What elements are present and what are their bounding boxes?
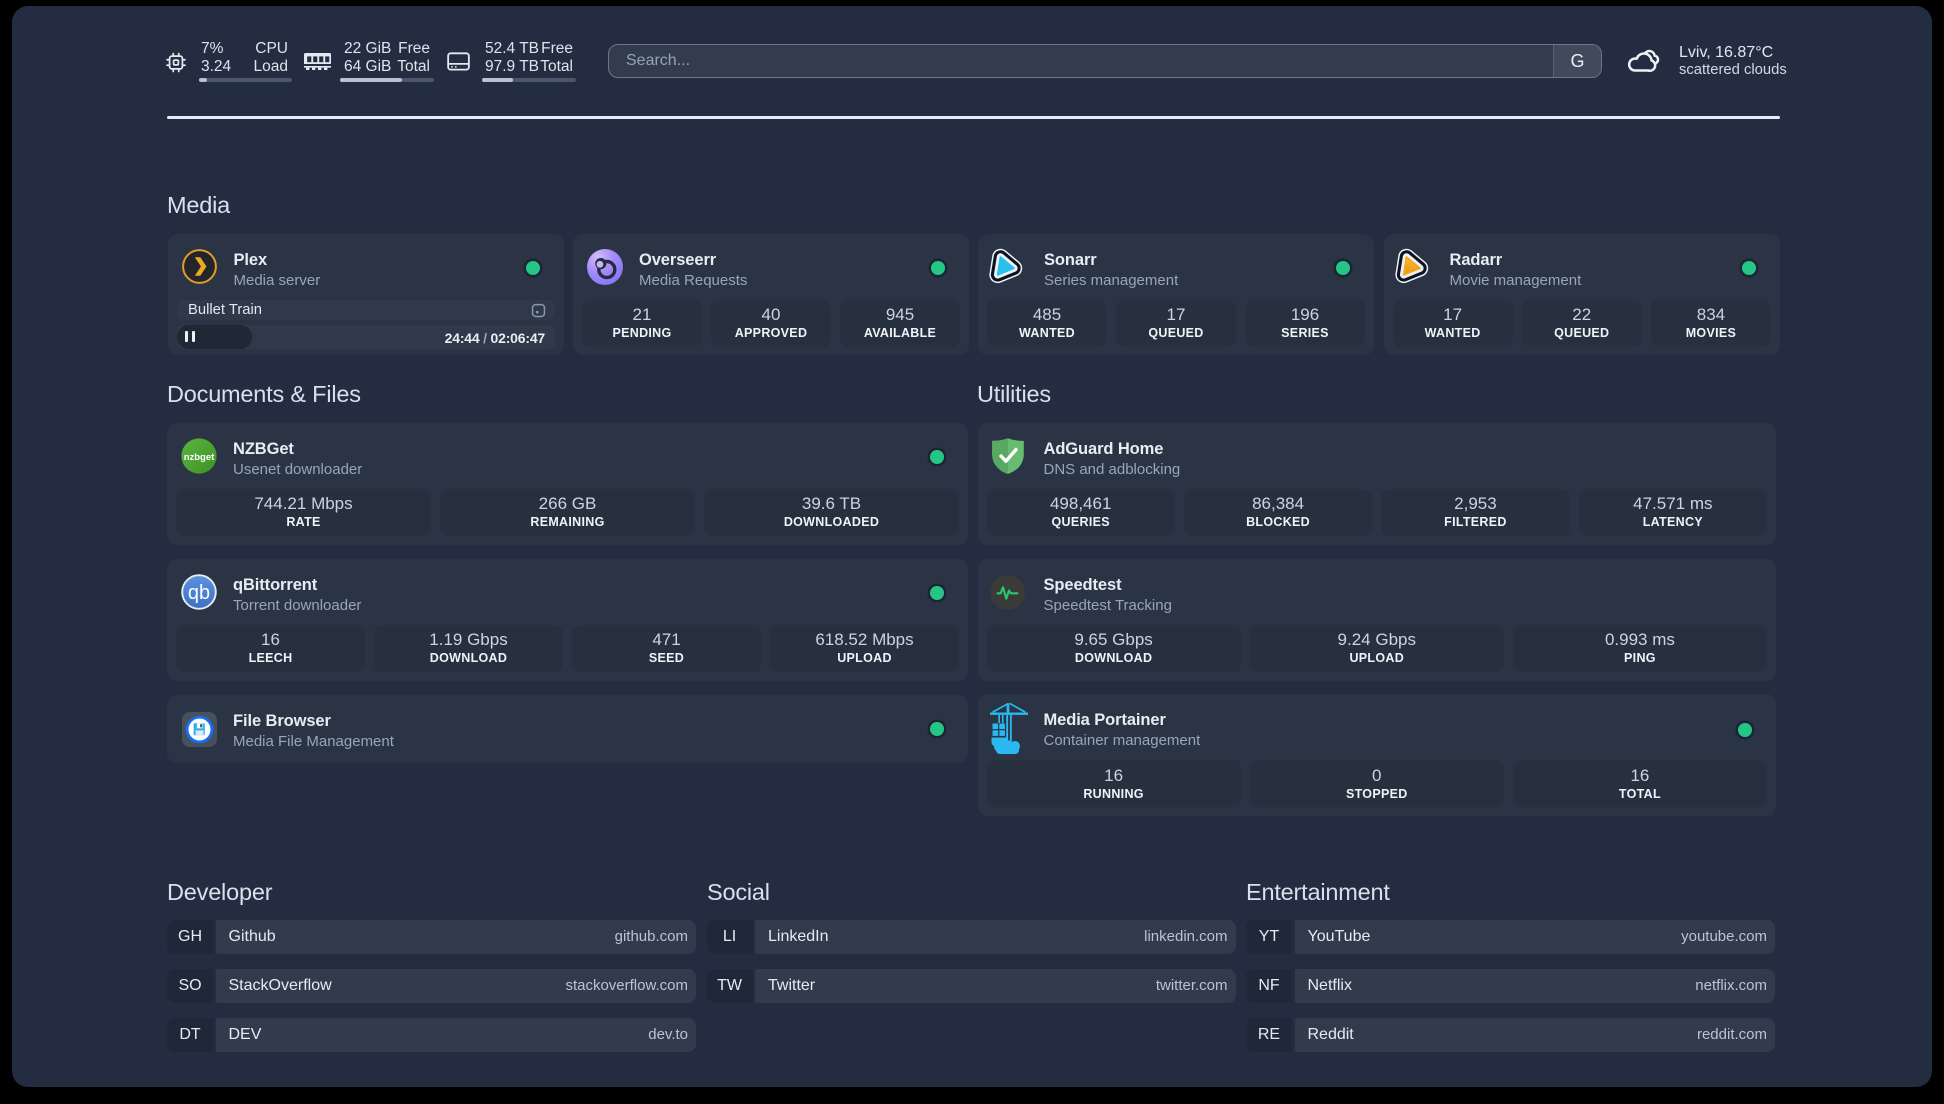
svg-text:nzbget: nzbget xyxy=(184,451,215,462)
svg-text:qb: qb xyxy=(188,581,210,603)
